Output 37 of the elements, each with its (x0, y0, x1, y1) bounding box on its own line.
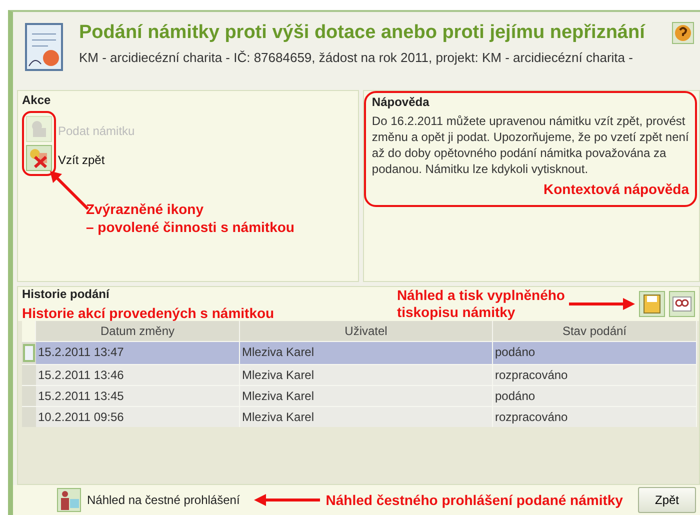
arrow (254, 494, 320, 506)
table-cell[interactable]: Mleziva Karel (240, 406, 493, 427)
action-label[interactable]: Vzít zpět (58, 148, 135, 172)
table-cell[interactable]: Mleziva Karel (240, 341, 493, 364)
cancel-icon[interactable] (26, 145, 52, 171)
preview-icon[interactable] (669, 291, 695, 317)
annotation-text: Náhled čestného prohlášení podané námitky (326, 492, 623, 508)
page-title: Podání námitky proti výši dotace anebo proti jejímu nepřiznání (79, 22, 646, 44)
person-icon[interactable] (57, 488, 81, 512)
annotation-text: Kontextová nápověda (544, 181, 689, 197)
table-cell[interactable]: Mleziva Karel (240, 364, 493, 385)
table-cell[interactable]: 15.2.2011 13:46 (36, 364, 240, 385)
save-icon[interactable] (639, 291, 665, 317)
column-header[interactable]: Stav podání (493, 321, 697, 341)
annotation-text: Historie akcí provedených s námitkou (22, 305, 274, 321)
certificate-preview-link[interactable]: Náhled na čestné prohlášení (87, 493, 240, 507)
table-cell[interactable]: rozpracováno (493, 364, 697, 385)
annotation-text: Náhled a tisk vyplněného tiskopisu námitky (396, 287, 565, 321)
annotation-text: Zvýrazněné ikony (86, 201, 204, 217)
table-cell[interactable]: Mleziva Karel (240, 385, 493, 406)
help-icon[interactable] (672, 22, 694, 44)
section-legend: Akce (22, 93, 354, 107)
table-cell[interactable]: rozpracováno (493, 406, 697, 427)
table-cell[interactable]: 10.2.2011 09:56 (36, 406, 240, 427)
annotation-text: – povolené činnosti s námitkou (86, 219, 294, 235)
section-legend: Historie podání (22, 287, 274, 301)
column-header[interactable]: Datum změny (36, 321, 240, 341)
back-button[interactable]: Zpět (638, 487, 696, 513)
arrow (569, 298, 635, 310)
section-legend: Nápověda (372, 95, 689, 109)
table-cell[interactable]: 15.2.2011 13:45 (36, 385, 240, 406)
table-cell[interactable]: 15.2.2011 13:47 (36, 341, 240, 364)
page-subtitle: KM - arcidiecézní charita - IČ: 87684659, žádost na rok 2011, projekt: KM - arcidiecézní charita - (79, 50, 634, 65)
table-cell[interactable]: podáno (493, 385, 697, 406)
column-header[interactable]: Uživatel (240, 321, 493, 341)
help-text: Do 16.2.2011 můžete upravenou námitku vzít zpět, provést změnu a opět ji podat. Upozorňujeme, že po vzetí zpět není až do doby opětovného podání námitka považována za podanou. Námitku lze kdykoli vytisknout. (372, 113, 689, 177)
table-cell[interactable]: podáno (493, 341, 697, 364)
